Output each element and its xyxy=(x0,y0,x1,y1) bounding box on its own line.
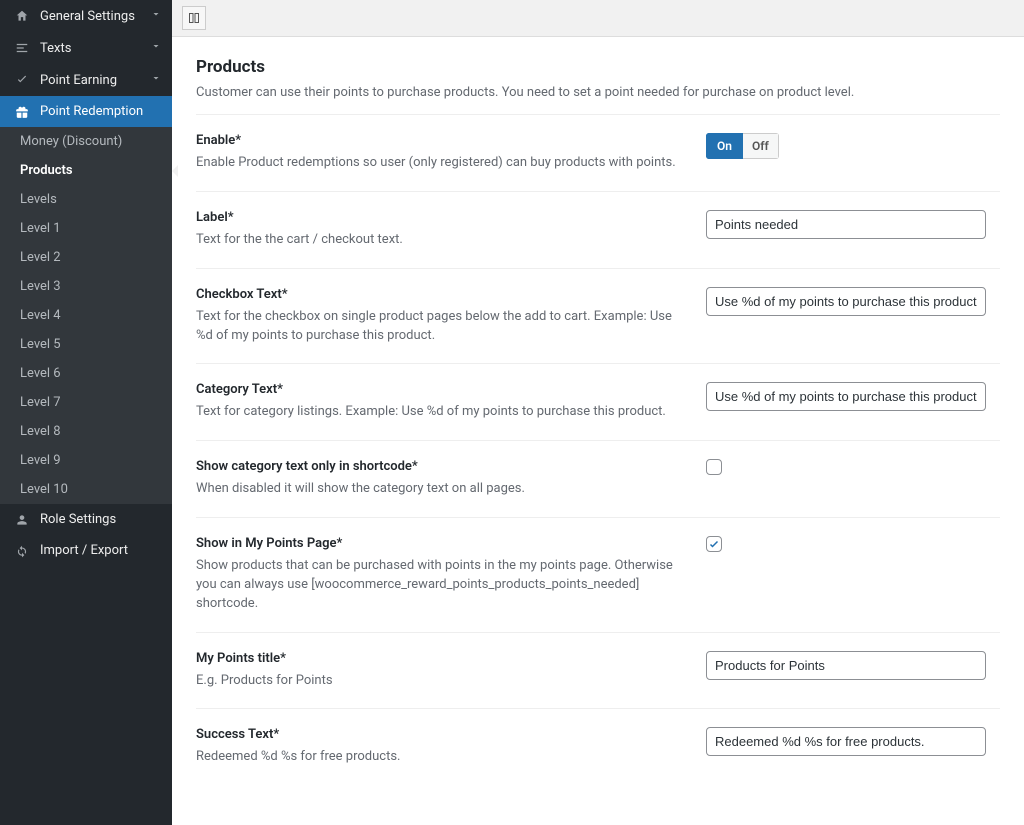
field-help: Text for the checkbox on single product … xyxy=(196,308,686,346)
refresh-icon xyxy=(12,544,32,558)
field-label: Checkbox Text* xyxy=(196,287,686,302)
align-icon xyxy=(12,41,32,55)
shortcode-only-checkbox[interactable] xyxy=(706,459,722,475)
label-input[interactable] xyxy=(706,210,986,239)
field-category-text: Category Text* Text for category listing… xyxy=(196,363,1000,440)
field-label: Enable* xyxy=(196,133,686,148)
field-label: Success Text* xyxy=(196,727,686,742)
my-points-title-input[interactable] xyxy=(706,651,986,680)
field-checkbox-text: Checkbox Text* Text for the checkbox on … xyxy=(196,268,1000,364)
field-show-my-points: Show in My Points Page* Show products th… xyxy=(196,517,1000,632)
sidebar-item-level-4[interactable]: Level 4 xyxy=(0,301,172,330)
field-help: Text for category listings. Example: Use… xyxy=(196,403,686,422)
field-label: Label* Text for the the cart / checkout … xyxy=(196,191,1000,268)
field-help: Show products that can be purchased with… xyxy=(196,557,686,614)
sidebar-item-money-discount[interactable]: Money (Discount) xyxy=(0,127,172,156)
sidebar-item-level-6[interactable]: Level 6 xyxy=(0,359,172,388)
content: Products Customer can use their points t… xyxy=(172,37,1024,825)
sidebar-item-level-9[interactable]: Level 9 xyxy=(0,446,172,475)
sidebar-item-label: Point Earning xyxy=(40,73,117,88)
columns-toggle-button[interactable] xyxy=(182,6,206,30)
sidebar-item-level-10[interactable]: Level 10 xyxy=(0,475,172,504)
current-indicator-icon xyxy=(172,165,178,177)
page-description: Customer can use their points to purchas… xyxy=(196,85,1000,100)
page-title: Products xyxy=(196,57,1000,77)
gift-icon xyxy=(12,105,32,119)
enable-toggle[interactable]: On Off xyxy=(706,133,779,159)
sidebar-item-level-7[interactable]: Level 7 xyxy=(0,388,172,417)
sidebar-submenu: Money (Discount) Products Levels Level 1… xyxy=(0,127,172,504)
sidebar-item-level-8[interactable]: Level 8 xyxy=(0,417,172,446)
sidebar-item-label: Import / Export xyxy=(40,543,128,558)
field-help: Redeemed %d %s for free products. xyxy=(196,748,686,767)
sidebar-item-general-settings[interactable]: General Settings xyxy=(0,0,172,32)
sidebar-item-level-5[interactable]: Level 5 xyxy=(0,330,172,359)
sidebar-item-role-settings[interactable]: Role Settings xyxy=(0,504,172,535)
topbar xyxy=(172,0,1024,37)
sidebar-item-levels[interactable]: Levels xyxy=(0,185,172,214)
chevron-down-icon xyxy=(150,8,162,24)
sidebar-item-level-3[interactable]: Level 3 xyxy=(0,272,172,301)
sidebar-item-point-redemption[interactable]: Point Redemption xyxy=(0,96,172,127)
field-label: Label* xyxy=(196,210,686,225)
field-success-text: Success Text* Redeemed %d %s for free pr… xyxy=(196,708,1000,785)
sidebar-item-texts[interactable]: Texts xyxy=(0,32,172,64)
field-help: When disabled it will show the category … xyxy=(196,480,686,499)
sidebar-item-level-2[interactable]: Level 2 xyxy=(0,243,172,272)
success-text-input[interactable] xyxy=(706,727,986,756)
check-icon xyxy=(12,73,32,87)
category-text-input[interactable] xyxy=(706,382,986,411)
chevron-down-icon xyxy=(150,40,162,56)
field-label: Show category text only in shortcode* xyxy=(196,459,686,474)
checkbox-text-input[interactable] xyxy=(706,287,986,316)
field-label: Show in My Points Page* xyxy=(196,536,686,551)
main: Products Customer can use their points t… xyxy=(172,0,1024,825)
field-shortcode-only: Show category text only in shortcode* Wh… xyxy=(196,440,1000,517)
field-label: My Points title* xyxy=(196,651,686,666)
show-my-points-checkbox[interactable] xyxy=(706,536,722,552)
field-help: Enable Product redemptions so user (only… xyxy=(196,154,686,173)
toggle-off[interactable]: Off xyxy=(743,133,779,159)
home-icon xyxy=(12,9,32,23)
sidebar-item-level-1[interactable]: Level 1 xyxy=(0,214,172,243)
sidebar-item-point-earning[interactable]: Point Earning xyxy=(0,64,172,96)
field-help: E.g. Products for Points xyxy=(196,672,686,691)
field-enable: Enable* Enable Product redemptions so us… xyxy=(196,114,1000,191)
sidebar-item-label: Point Redemption xyxy=(40,104,143,119)
toggle-on[interactable]: On xyxy=(706,133,743,159)
sidebar-item-label: Role Settings xyxy=(40,512,116,527)
sidebar-item-label: General Settings xyxy=(40,9,135,24)
chevron-down-icon xyxy=(150,72,162,88)
sidebar-item-products[interactable]: Products xyxy=(0,156,172,185)
sidebar-item-label: Texts xyxy=(40,41,71,56)
field-help: Text for the the cart / checkout text. xyxy=(196,231,686,250)
user-icon xyxy=(12,513,32,527)
sidebar: General Settings Texts Point Earning xyxy=(0,0,172,825)
field-label: Category Text* xyxy=(196,382,686,397)
sidebar-item-import-export[interactable]: Import / Export xyxy=(0,535,172,566)
